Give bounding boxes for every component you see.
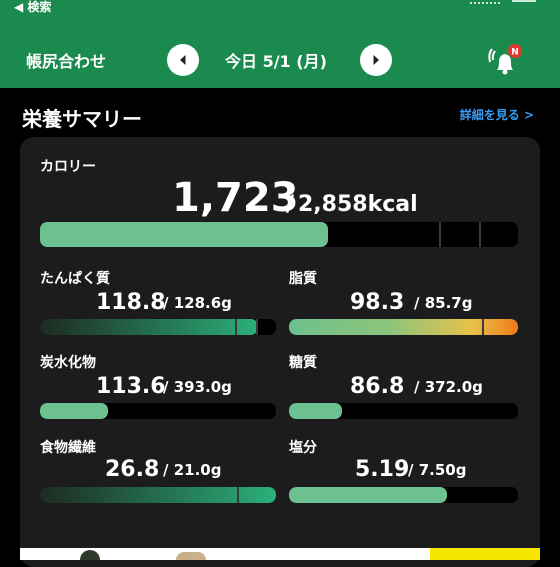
fat-progress-bar xyxy=(289,319,518,335)
sugar-value: 86.8 xyxy=(350,374,405,399)
carbohydrate-label: 炭水化物 xyxy=(40,355,96,371)
sugar-progress-fill xyxy=(289,403,343,419)
protein-goal: / 128.6g xyxy=(163,294,232,312)
signal-icon xyxy=(470,0,500,4)
current-date: 今日 5/1 (月) xyxy=(225,52,327,71)
app-header: 帳尻合わせ 今日 5/1 (月) N xyxy=(0,18,560,88)
carbohydrate-progress-bar xyxy=(40,403,276,419)
salt-value: 5.19 xyxy=(355,457,410,482)
calorie-label: カロリー xyxy=(40,159,96,175)
protein-label: たんぱく質 xyxy=(40,271,110,287)
calorie-progress-fill xyxy=(40,222,329,247)
section-title: 栄養サマリー xyxy=(22,107,142,131)
carbohydrate-goal: / 393.0g xyxy=(163,378,232,396)
fat-goal: / 85.7g xyxy=(414,294,473,312)
sugar-progress-bar xyxy=(289,403,518,419)
app-title: 帳尻合わせ xyxy=(26,52,107,71)
detail-link[interactable]: 詳細を見る > xyxy=(460,106,534,123)
salt-goal: / 7.50g xyxy=(408,461,467,479)
fiber-goal: / 21.0g xyxy=(163,461,222,479)
back-to-search-link[interactable]: ◀ 検索 xyxy=(14,0,51,14)
protein-progress-bar xyxy=(40,319,276,335)
ad-banner-accent xyxy=(430,548,540,560)
status-bar: ◀ 検索 xyxy=(0,0,560,18)
calorie-goal: 2,858kcal xyxy=(298,192,418,217)
calorie-progress-bar xyxy=(40,222,518,247)
battery-icon xyxy=(512,0,536,2)
fat-label: 脂質 xyxy=(289,271,317,287)
calorie-value: 1,723 xyxy=(172,175,299,221)
fiber-value: 26.8 xyxy=(105,457,160,482)
salt-progress-bar xyxy=(289,487,518,503)
fiber-progress-fill xyxy=(40,487,276,503)
salt-label: 塩分 xyxy=(289,440,317,456)
next-day-button[interactable] xyxy=(360,44,392,76)
carbohydrate-value: 113.6 xyxy=(96,374,166,399)
bell-icon: N xyxy=(488,44,522,75)
notification-button[interactable]: N xyxy=(484,40,524,80)
sugar-label: 糖質 xyxy=(289,355,317,371)
fat-value: 98.3 xyxy=(350,290,405,315)
fiber-progress-bar xyxy=(40,487,276,503)
svg-text:N: N xyxy=(511,48,519,58)
prev-day-button[interactable] xyxy=(167,44,199,76)
carbohydrate-progress-fill xyxy=(40,403,109,419)
chevron-left-icon xyxy=(180,55,186,65)
protein-progress-fill xyxy=(40,319,259,335)
calorie-separator: / xyxy=(286,192,295,217)
protein-value: 118.8 xyxy=(96,290,166,315)
fiber-label: 食物繊維 xyxy=(40,440,96,456)
sugar-goal: / 372.0g xyxy=(414,378,483,396)
chevron-right-icon xyxy=(373,55,379,65)
ad-banner-image-2 xyxy=(176,552,206,560)
salt-progress-fill xyxy=(289,487,448,503)
